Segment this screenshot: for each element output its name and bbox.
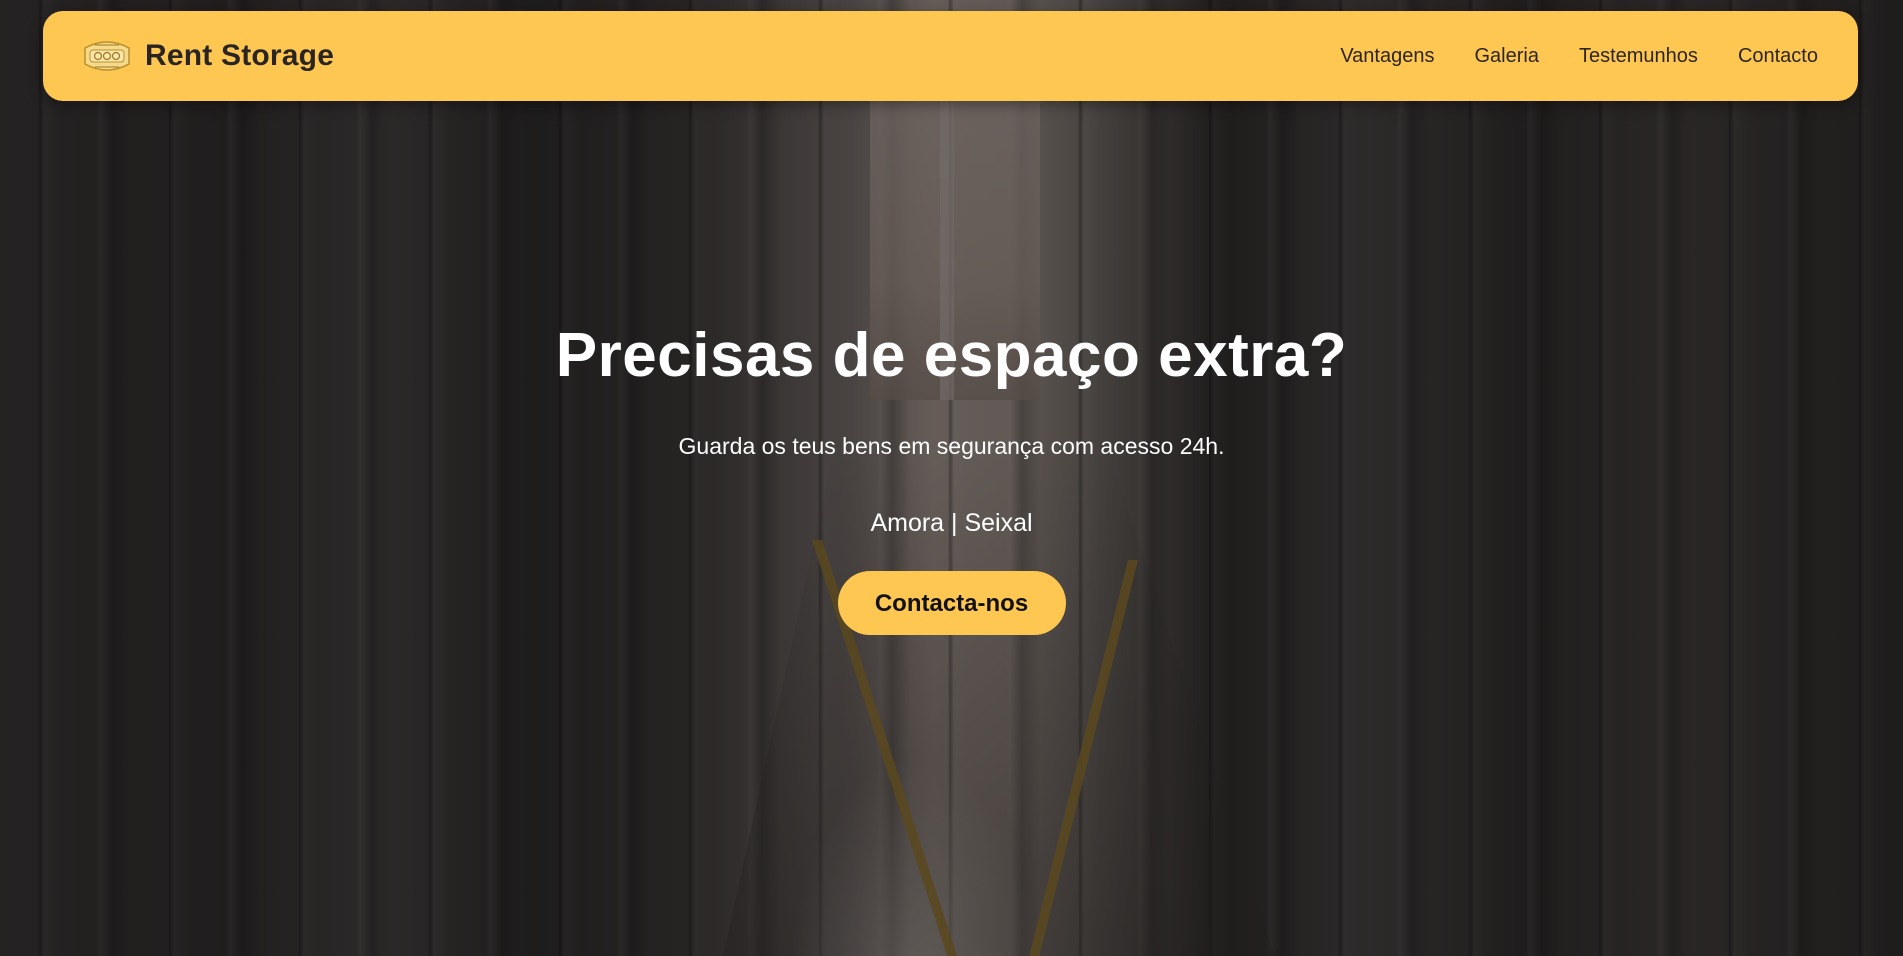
hero-title: Precisas de espaço extra? [555, 321, 1348, 390]
hero-location: Amora | Seixal [870, 509, 1033, 537]
brand[interactable]: Rent Storage [81, 36, 334, 76]
hero-section: Rent Storage Vantagens Galeria Testemunh… [0, 0, 1903, 956]
brand-name: Rent Storage [145, 39, 335, 72]
hero-content: Precisas de espaço extra? Guarda os teus… [0, 320, 1903, 635]
contact-button[interactable]: Contacta-nos [837, 571, 1066, 635]
nav-link-vantagens[interactable]: Vantagens [1340, 45, 1434, 68]
hero-subtitle: Guarda os teus bens em segurança com ace… [678, 433, 1225, 459]
storage-logo-icon [84, 41, 130, 71]
nav-links: Vantagens Galeria Testemunhos Contacto [1340, 45, 1818, 68]
nav-link-galeria[interactable]: Galeria [1474, 45, 1538, 68]
nav-link-testemunhos[interactable]: Testemunhos [1579, 45, 1698, 68]
nav-link-contacto[interactable]: Contacto [1738, 45, 1818, 68]
navbar: Rent Storage Vantagens Galeria Testemunh… [43, 11, 1858, 101]
